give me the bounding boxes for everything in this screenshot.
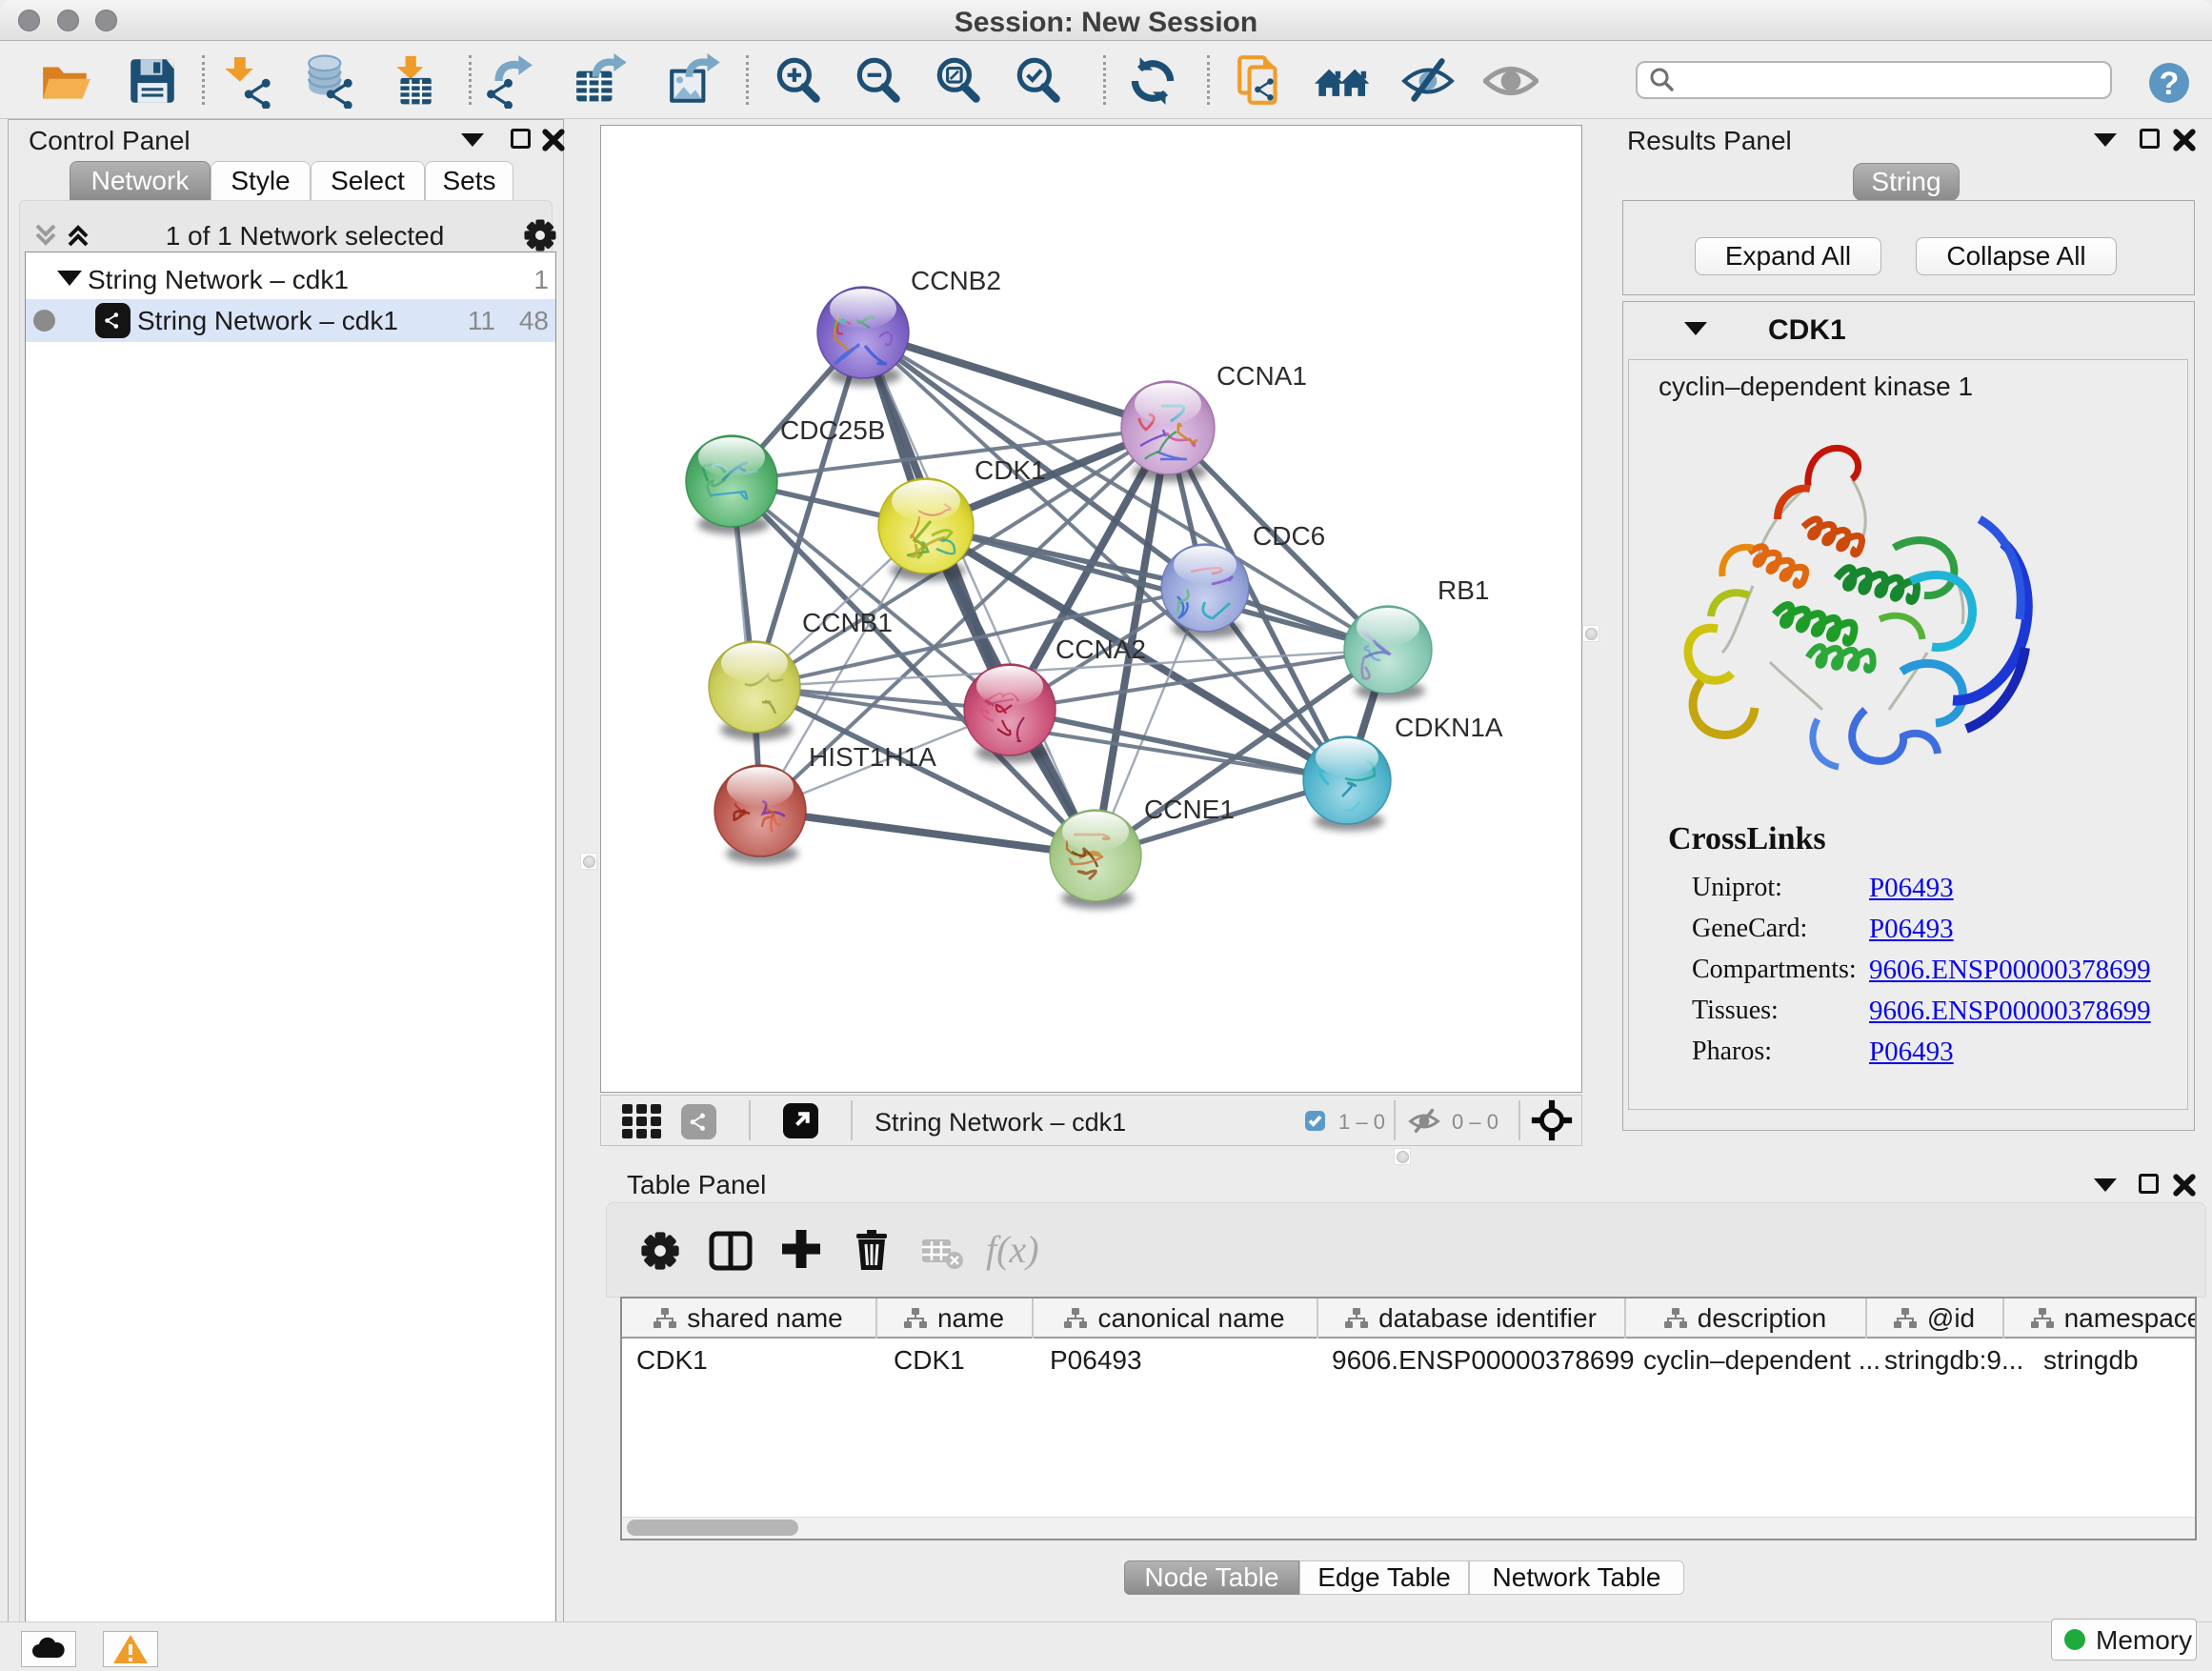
svg-text:RB1: RB1 (1438, 575, 1489, 605)
svg-text:CDK1: CDK1 (975, 455, 1046, 485)
svg-text:CCNA1: CCNA1 (1217, 361, 1307, 391)
svg-text:CCNB2: CCNB2 (911, 266, 1001, 295)
svg-text:CCNB1: CCNB1 (802, 608, 893, 637)
svg-text:CDC6: CDC6 (1253, 521, 1325, 551)
svg-text:CCNA2: CCNA2 (1056, 634, 1146, 664)
svg-text:HIST1H1A: HIST1H1A (809, 742, 936, 772)
svg-text:CDC25B: CDC25B (780, 415, 885, 445)
svg-text:CDKN1A: CDKN1A (1395, 713, 1503, 742)
svg-text:CCNE1: CCNE1 (1144, 795, 1235, 824)
